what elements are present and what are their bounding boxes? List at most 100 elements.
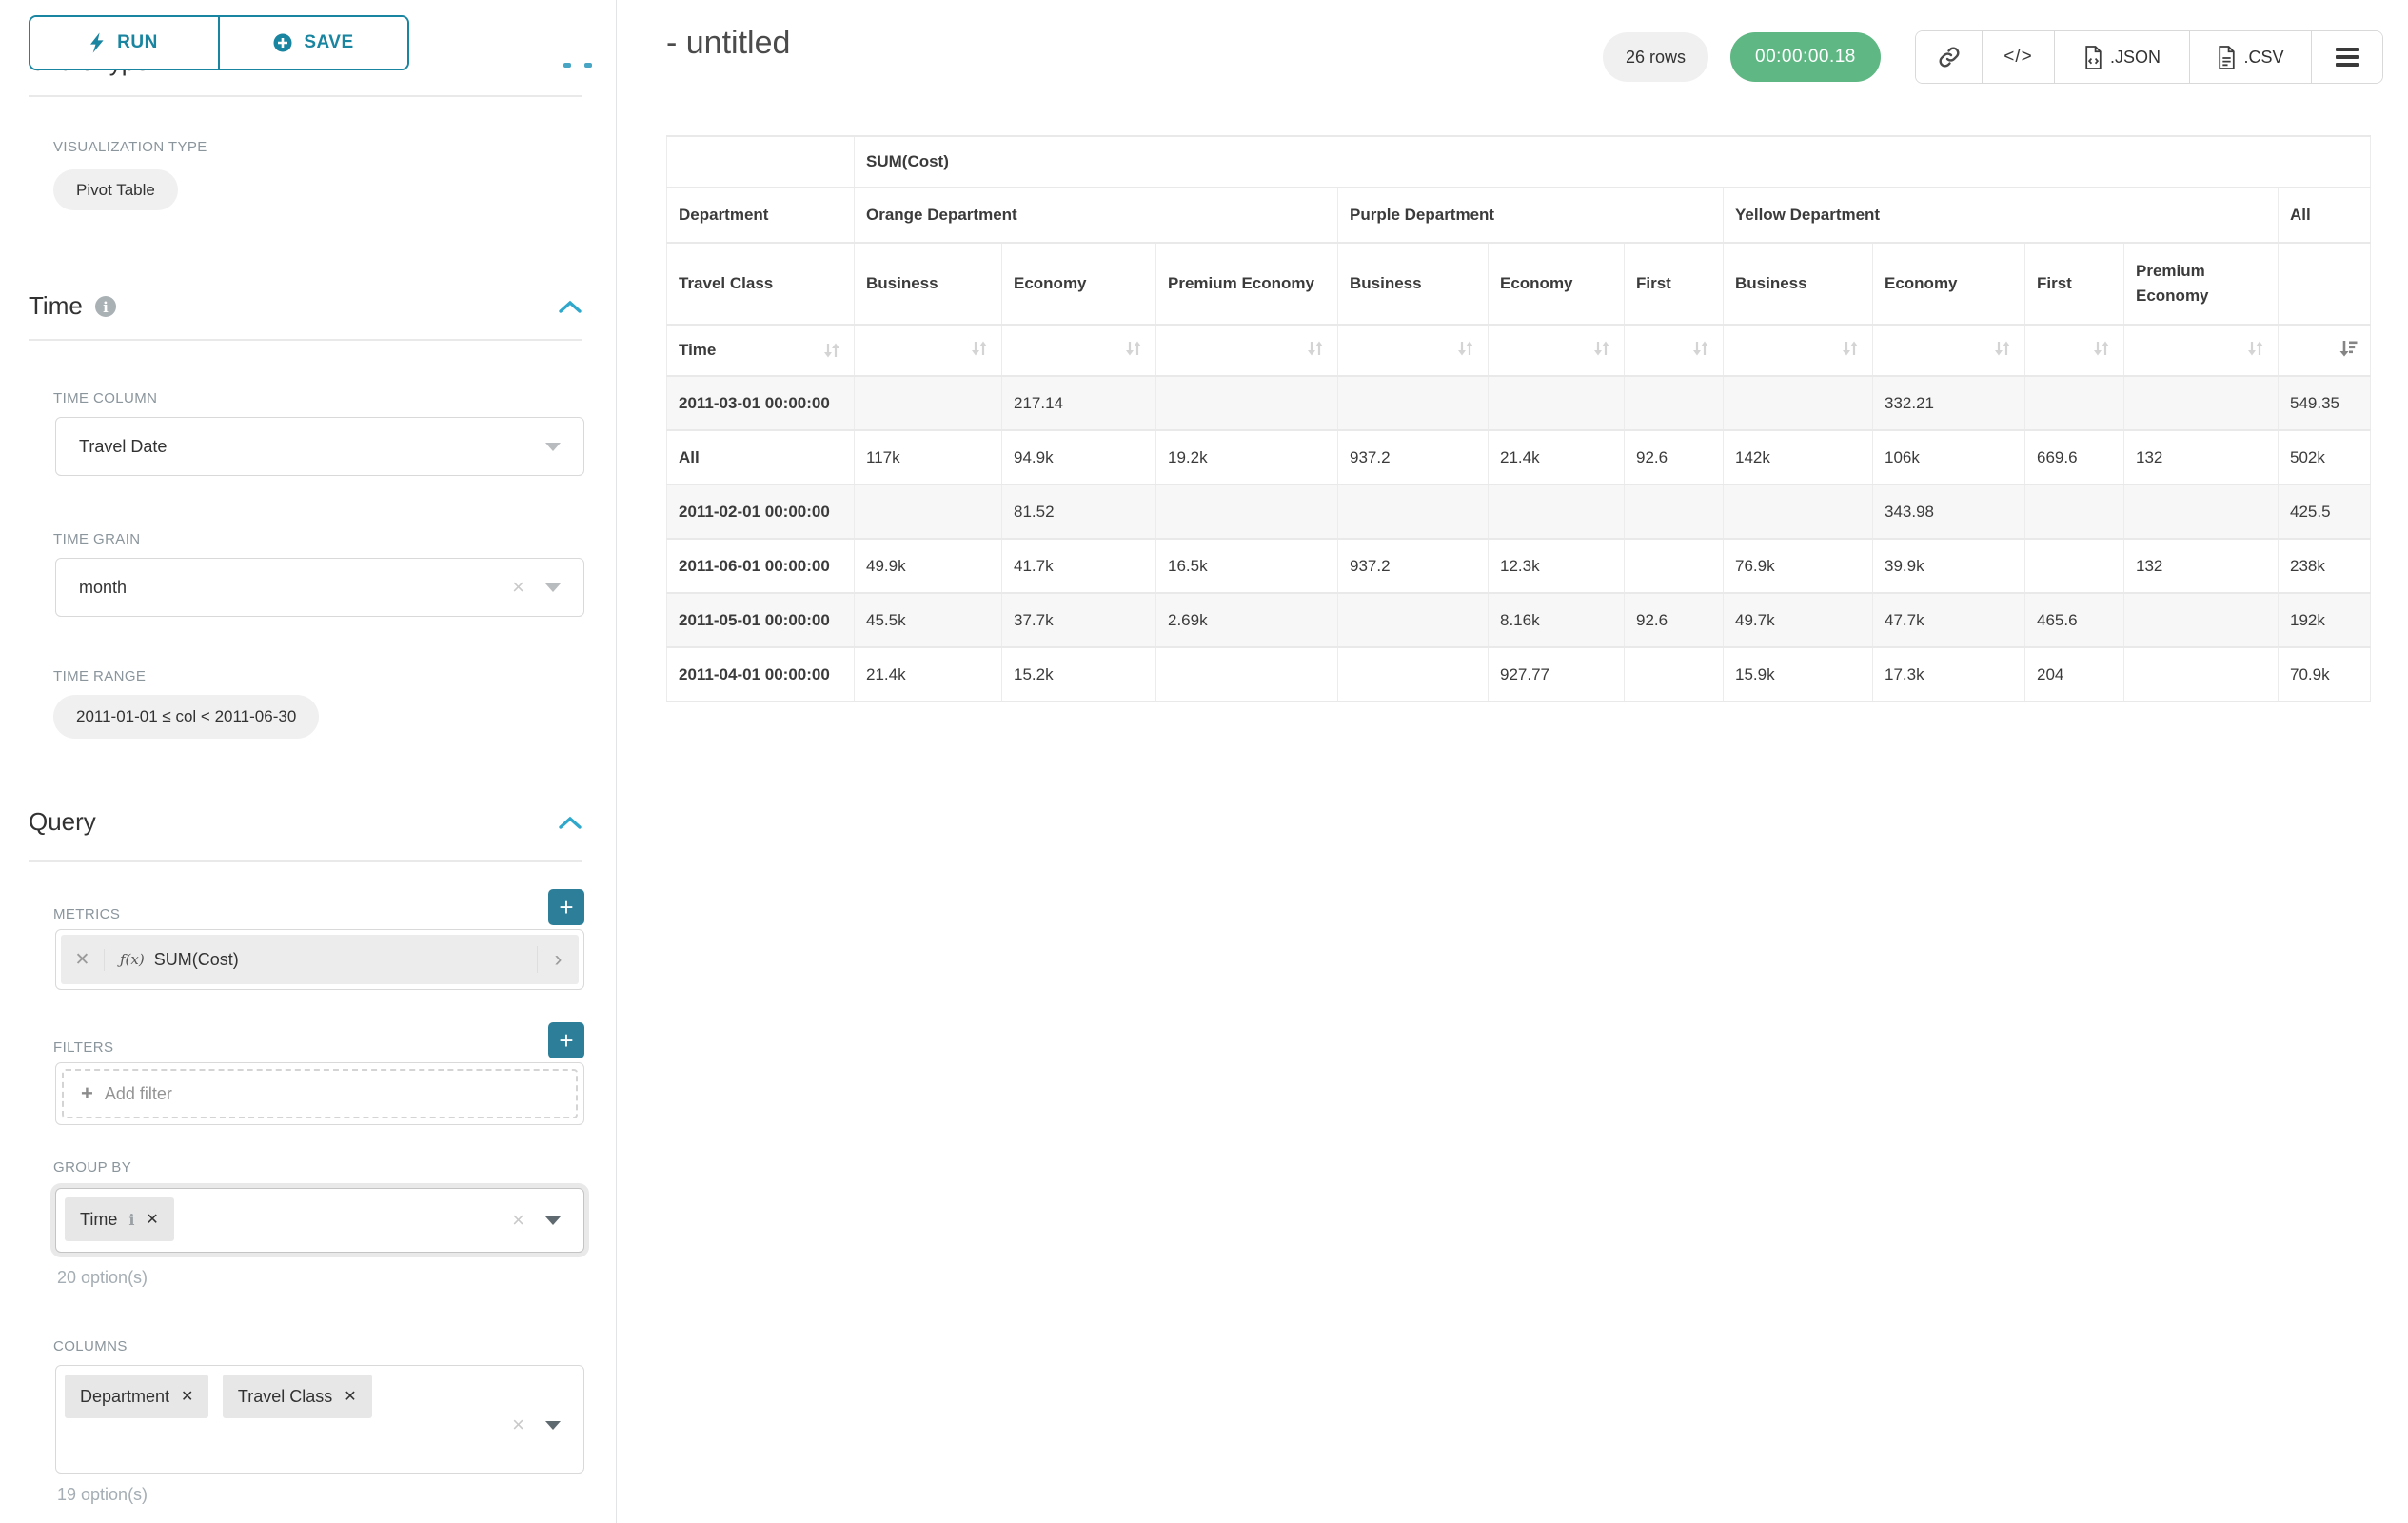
remove-metric-icon[interactable]: ✕ bbox=[61, 949, 105, 971]
cell-value bbox=[1724, 485, 1873, 539]
remove-tag-icon[interactable]: ✕ bbox=[146, 1210, 158, 1229]
divider bbox=[29, 95, 582, 97]
cell-value bbox=[2124, 485, 2279, 539]
sort-icon-cell[interactable] bbox=[1873, 325, 2025, 376]
menu-button[interactable] bbox=[2312, 31, 2382, 83]
column-group-all: All bbox=[2279, 188, 2371, 243]
time-column-select[interactable]: Travel Date bbox=[55, 417, 584, 476]
divider bbox=[29, 860, 582, 862]
filters-container: + Add filter bbox=[55, 1062, 584, 1125]
cell-value bbox=[2025, 376, 2124, 430]
cell-value bbox=[2124, 647, 2279, 702]
group-by-tag-time[interactable]: Time i ✕ bbox=[65, 1197, 174, 1241]
sort-icon-cell[interactable] bbox=[855, 325, 1002, 376]
sort-descending-icon-cell[interactable] bbox=[2279, 325, 2371, 376]
chart-type-collapse-chevron-icon[interactable] bbox=[584, 63, 592, 68]
sort-icon-cell[interactable] bbox=[1625, 325, 1724, 376]
export-json-button[interactable]: .JSON bbox=[2055, 31, 2190, 83]
add-filter-dropzone[interactable]: + Add filter bbox=[62, 1069, 578, 1118]
chevron-up-icon[interactable] bbox=[558, 815, 582, 830]
cell-value: 937.2 bbox=[1338, 430, 1489, 485]
sort-icon-cell[interactable] bbox=[1156, 325, 1338, 376]
cell-value: 49.9k bbox=[855, 539, 1002, 593]
cell-value: 49.7k bbox=[1724, 593, 1873, 647]
metrics-container: ✕ ƒ(x) SUM(Cost) › bbox=[55, 929, 584, 990]
expand-metric-icon[interactable]: › bbox=[537, 946, 579, 973]
columns-select[interactable]: Department ✕ Travel Class ✕ × bbox=[55, 1365, 584, 1474]
save-button[interactable]: SAVE bbox=[218, 17, 407, 69]
sort-icon[interactable] bbox=[821, 340, 842, 361]
chevron-up-icon[interactable] bbox=[558, 299, 582, 314]
cell-value: 132 bbox=[2124, 430, 2279, 485]
column-header: Business bbox=[1338, 243, 1489, 325]
clear-icon[interactable]: × bbox=[512, 1414, 524, 1435]
group-by-select[interactable]: Time i ✕ × bbox=[55, 1188, 584, 1253]
columns-tag-department[interactable]: Department ✕ bbox=[65, 1375, 208, 1418]
caret-down-icon[interactable] bbox=[545, 1216, 561, 1225]
copy-link-button[interactable] bbox=[1916, 31, 1983, 83]
remove-tag-icon[interactable]: ✕ bbox=[344, 1387, 356, 1406]
sort-icon-cell[interactable] bbox=[2124, 325, 2279, 376]
filters-label: FILTERS bbox=[53, 1039, 113, 1056]
row-label: 2011-06-01 00:00:00 bbox=[667, 539, 855, 593]
clear-icon[interactable]: × bbox=[512, 1210, 524, 1231]
export-json-label: .JSON bbox=[2110, 48, 2161, 68]
cell-value: 12.3k bbox=[1489, 539, 1625, 593]
cell-value: 238k bbox=[2279, 539, 2371, 593]
column-header: Premium Economy bbox=[1156, 243, 1338, 325]
travel-class-header-row: Travel Class Business Economy Premium Ec… bbox=[667, 243, 2371, 325]
add-filter-label: Add filter bbox=[105, 1084, 172, 1104]
info-icon[interactable]: i bbox=[94, 295, 117, 318]
time-grain-select[interactable]: month × bbox=[55, 558, 584, 617]
table-row: 2011-05-01 00:00:0045.5k37.7k2.69k8.16k9… bbox=[667, 593, 2371, 647]
column-header: Business bbox=[1724, 243, 1873, 325]
cell-value bbox=[2124, 376, 2279, 430]
cell-value: 332.21 bbox=[1873, 376, 2025, 430]
clear-icon[interactable]: × bbox=[512, 577, 524, 598]
caret-down-icon[interactable] bbox=[545, 1421, 561, 1430]
cell-value: 21.4k bbox=[1489, 430, 1625, 485]
columns-tag-travel-class[interactable]: Travel Class ✕ bbox=[223, 1375, 372, 1418]
cell-value: 2.69k bbox=[1156, 593, 1338, 647]
sort-icon-cell[interactable] bbox=[2025, 325, 2124, 376]
remove-tag-icon[interactable]: ✕ bbox=[181, 1387, 193, 1406]
hamburger-menu-icon bbox=[2336, 44, 2359, 70]
embed-code-button[interactable]: </> bbox=[1983, 31, 2055, 83]
cell-value: 106k bbox=[1873, 430, 2025, 485]
column-header: Business bbox=[855, 243, 1002, 325]
chart-type-collapse-chevron-icon[interactable] bbox=[563, 63, 571, 68]
caret-down-icon bbox=[545, 583, 561, 592]
time-range-value[interactable]: 2011-01-01 ≤ col < 2011-06-30 bbox=[53, 695, 319, 739]
cell-value: 549.35 bbox=[2279, 376, 2371, 430]
cell-value: 76.9k bbox=[1724, 539, 1873, 593]
cell-value: 132 bbox=[2124, 539, 2279, 593]
metric-name: SUM(Cost) bbox=[154, 950, 239, 970]
add-metric-button[interactable]: + bbox=[548, 889, 584, 925]
control-panel: Chart Type RUN SAVE VISUALIZATION TYPE P… bbox=[0, 0, 617, 1523]
superset-explore-view: { "sidebar": { "chart_type_title": "Char… bbox=[0, 0, 2408, 1523]
visualization-type-value[interactable]: Pivot Table bbox=[53, 169, 178, 210]
cell-value bbox=[855, 376, 1002, 430]
export-csv-button[interactable]: .CSV bbox=[2190, 31, 2312, 83]
department-axis-label: Department bbox=[667, 188, 855, 243]
run-button-label: RUN bbox=[117, 32, 158, 53]
function-icon: ƒ(x) bbox=[120, 951, 145, 968]
sort-icon-cell[interactable] bbox=[1489, 325, 1625, 376]
run-save-button-group: RUN SAVE bbox=[29, 15, 409, 70]
link-icon bbox=[1938, 46, 1961, 69]
metric-item[interactable]: ✕ ƒ(x) SUM(Cost) › bbox=[61, 935, 579, 984]
cell-value bbox=[1156, 647, 1338, 702]
cell-value: 15.2k bbox=[1002, 647, 1156, 702]
time-axis-label: Time bbox=[679, 341, 716, 360]
cell-value: 17.3k bbox=[1873, 647, 2025, 702]
cell-value bbox=[1724, 376, 1873, 430]
chart-title[interactable]: - untitled bbox=[666, 25, 790, 62]
sort-icon-cell[interactable] bbox=[1338, 325, 1489, 376]
add-filter-button[interactable]: + bbox=[548, 1022, 584, 1058]
info-icon[interactable]: i bbox=[128, 1211, 134, 1229]
run-button[interactable]: RUN bbox=[30, 17, 218, 69]
sort-icon-cell[interactable] bbox=[1002, 325, 1156, 376]
sort-icon-cell[interactable] bbox=[1724, 325, 1873, 376]
cell-value: 47.7k bbox=[1873, 593, 2025, 647]
group-by-label: GROUP BY bbox=[53, 1159, 131, 1176]
